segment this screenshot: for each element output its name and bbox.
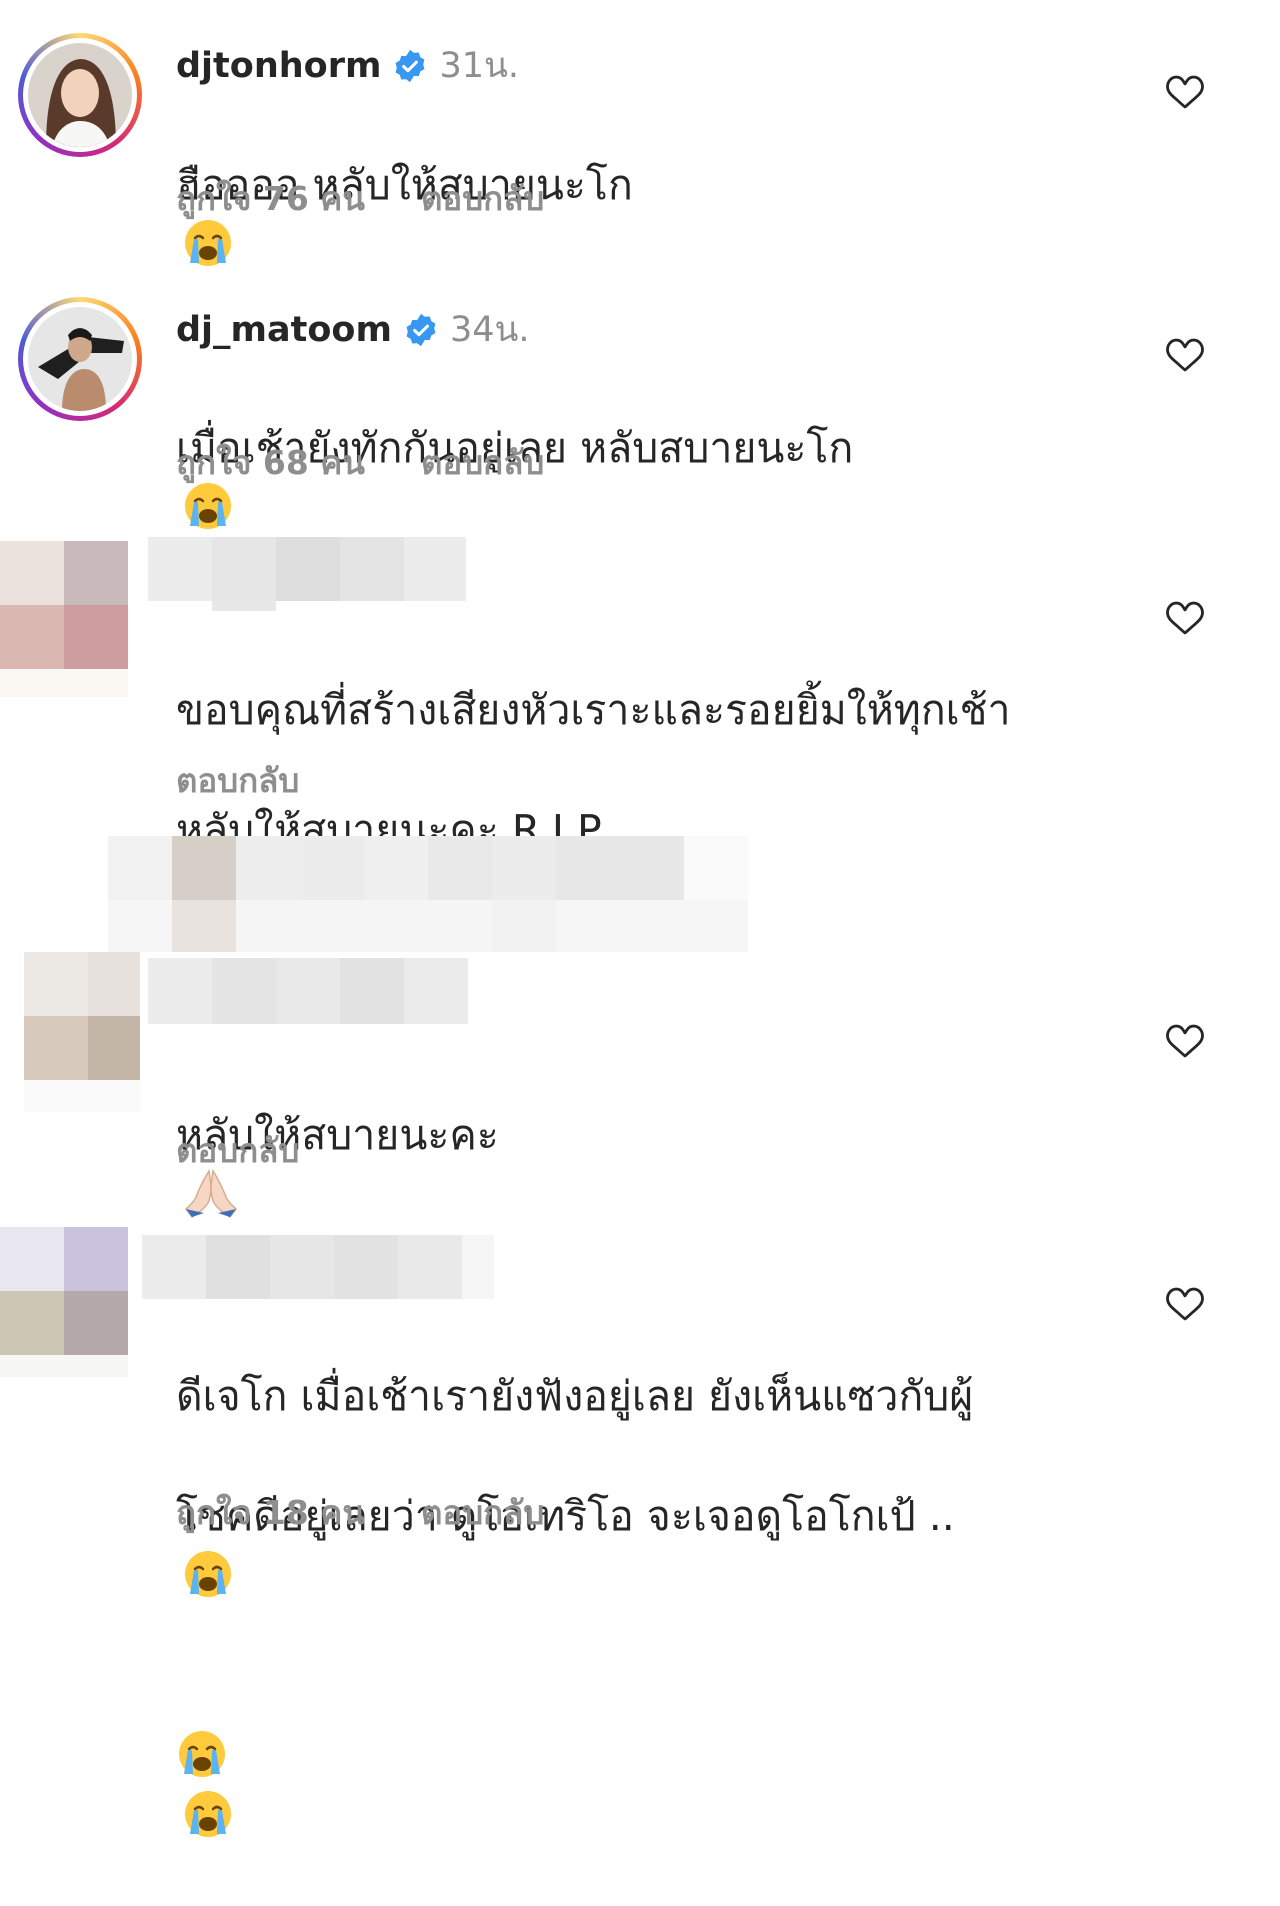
like-count[interactable]: ถูกใจ 68 คน (176, 436, 365, 489)
username[interactable]: djtonhorm (176, 46, 381, 86)
username[interactable]: dj_matoom (176, 310, 392, 350)
avatar-dj-matoom[interactable] (18, 297, 142, 421)
verified-badge-icon (404, 313, 438, 347)
heart-outline-icon[interactable] (1164, 1284, 1206, 1324)
like-count[interactable]: ถูกใจ 18 คน (176, 1486, 365, 1539)
reply-button[interactable]: ตอบกลับ (421, 436, 544, 489)
pixelated-username (148, 537, 466, 611)
verified-badge-icon (393, 49, 427, 83)
pixelated-username (148, 958, 468, 1024)
heart-outline-icon[interactable] (1164, 598, 1206, 638)
avatar-image (28, 43, 132, 147)
comment-time: 34น. (449, 310, 530, 350)
like-count[interactable]: ถูกใจ 76 คน (176, 172, 365, 225)
reply-button[interactable]: ตอบกลับ (421, 172, 544, 225)
comment-text: ดีเจโก เมื่อเช้าเรายังฟังอยู่เลย ยังเห็น… (176, 1306, 1076, 1906)
crying-face-icon (182, 1548, 234, 1600)
pixelated-avatar (0, 541, 128, 697)
avatar-djtonhorm[interactable] (18, 33, 142, 157)
heart-outline-icon[interactable] (1164, 1021, 1206, 1061)
pixelated-avatar (24, 952, 140, 1112)
pixelated-username (142, 1235, 494, 1299)
avatar-image (28, 307, 132, 411)
heart-outline-icon[interactable] (1164, 335, 1206, 375)
crying-face-icon (182, 1788, 234, 1840)
pixelated-avatar (0, 1227, 128, 1377)
heart-outline-icon[interactable] (1164, 72, 1206, 112)
reply-button[interactable]: ตอบกลับ (176, 754, 299, 807)
pixelated-region (108, 836, 748, 952)
comment-text: หลับให้สบายนะคะ (176, 1045, 1076, 1225)
crying-face-icon (176, 1728, 228, 1780)
comment-time: 31น. (439, 46, 520, 86)
reply-button[interactable]: ตอบกลับ (421, 1486, 544, 1539)
reply-button[interactable]: ตอบกลับ (176, 1124, 299, 1177)
